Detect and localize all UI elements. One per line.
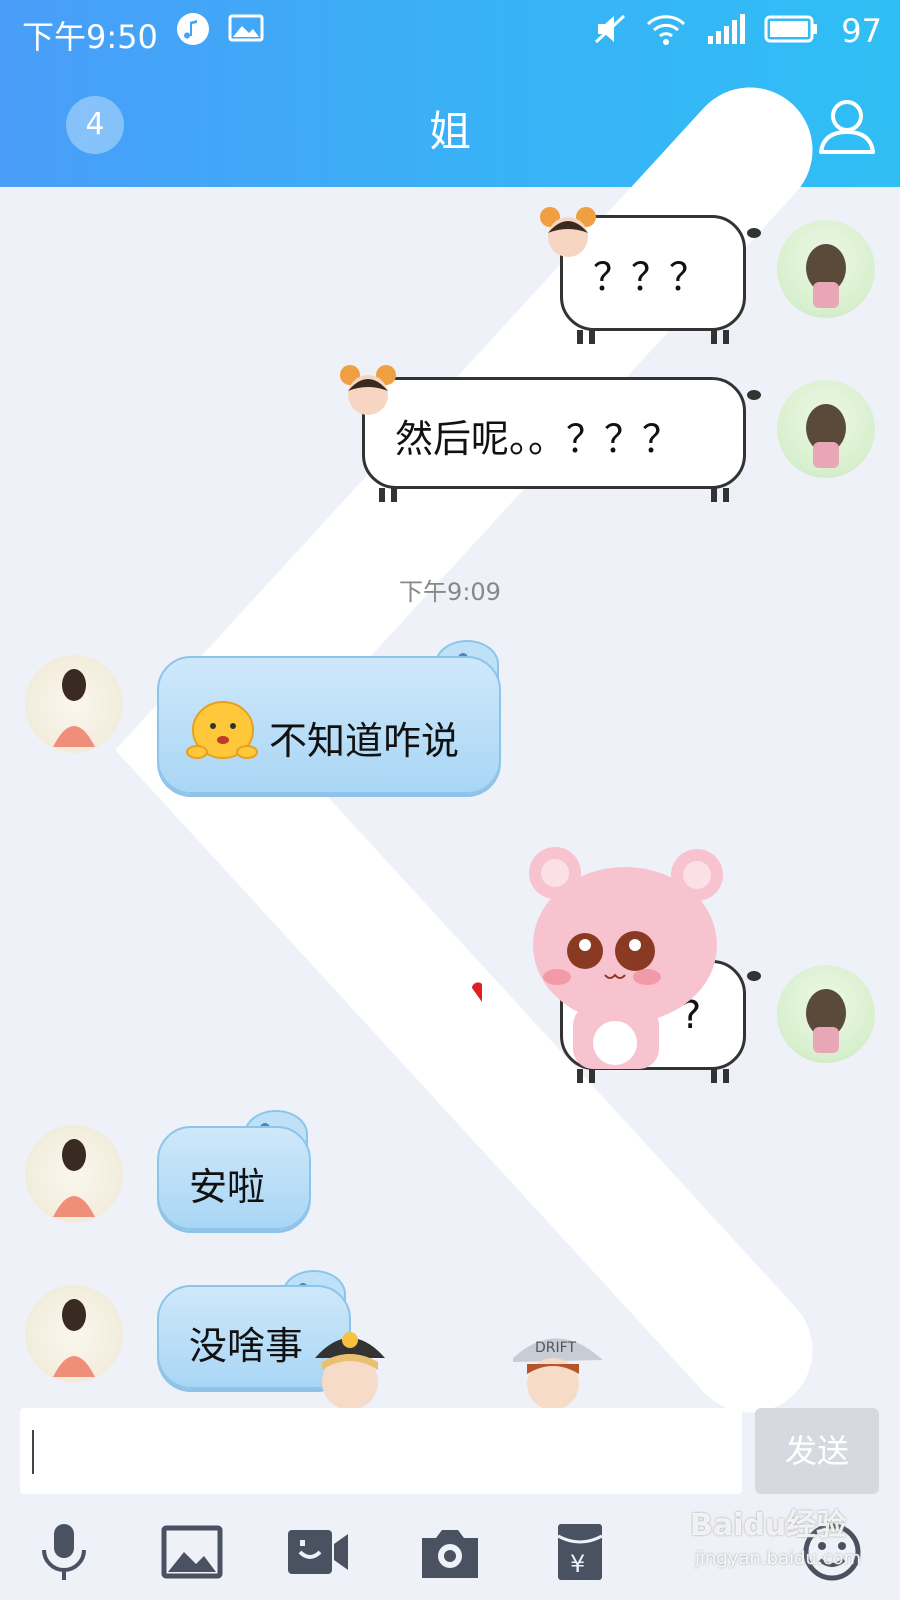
message-timestamp: 下午9:09	[399, 578, 501, 606]
girl-illustration	[53, 1139, 95, 1217]
image-icon[interactable]	[160, 1522, 224, 1582]
girl-back-illustration	[806, 989, 846, 1053]
girl-back-illustration	[806, 244, 846, 308]
contact-avatar[interactable]	[25, 1125, 123, 1223]
girl-illustration	[53, 669, 95, 747]
baidu-watermark-url: jingyan.baidu.com	[695, 1548, 862, 1569]
boy-cap-sticker-icon: DRIFT	[513, 1338, 603, 1408]
microphone-icon[interactable]	[32, 1522, 96, 1582]
svg-text:¥: ¥	[570, 1550, 585, 1578]
battery-percent: 97	[841, 12, 882, 50]
camera-icon[interactable]	[418, 1522, 482, 1582]
mute-icon	[594, 14, 626, 44]
sticker-boy-face-icon	[340, 365, 396, 415]
message-input[interactable]	[20, 1408, 742, 1494]
my-avatar[interactable]	[777, 965, 875, 1063]
message-bubble[interactable]: 不知道咋说	[157, 656, 501, 794]
gallery-icon	[228, 14, 264, 42]
wifi-icon	[646, 15, 686, 45]
message-text: 没啥事	[189, 1324, 304, 1368]
my-avatar[interactable]	[777, 220, 875, 318]
signal-icon	[708, 14, 745, 44]
pink-bear-sticker-icon	[529, 847, 723, 1069]
text-cursor	[32, 1430, 34, 1474]
message-text: 不知道咋说	[269, 719, 460, 763]
girl-back-illustration	[806, 404, 846, 468]
send-button[interactable]: 发送	[755, 1408, 879, 1494]
contact-avatar[interactable]	[25, 1285, 123, 1383]
status-bar: 下午9:50 97	[0, 0, 900, 62]
heart-icon	[472, 982, 482, 1002]
contact-avatar[interactable]	[25, 655, 123, 753]
girl-illustration	[53, 1299, 95, 1377]
music-icon	[177, 13, 209, 45]
red-packet-icon[interactable]: ¥	[548, 1522, 612, 1582]
message-bubble[interactable]: 然后呢。。？？？	[362, 377, 761, 502]
message-text: 然后呢。。？？？	[395, 417, 681, 461]
sticker-boy-face-icon	[540, 207, 596, 257]
message-text: 安啦	[189, 1165, 266, 1209]
message-text: ？？？	[593, 255, 708, 299]
girl-cap-sticker-icon	[315, 1332, 385, 1408]
svg-text:DRIFT: DRIFT	[535, 1340, 576, 1356]
my-avatar[interactable]	[777, 380, 875, 478]
baidu-watermark: Baidu经验	[690, 1508, 847, 1543]
battery-icon	[764, 15, 817, 43]
message-bubble[interactable]: 安啦	[157, 1126, 311, 1230]
status-time: 下午9:50	[22, 18, 158, 56]
video-call-icon[interactable]	[286, 1522, 350, 1582]
profile-icon[interactable]	[815, 94, 879, 158]
phone-icon[interactable]	[710, 94, 774, 158]
shy-emoji-icon	[186, 701, 258, 759]
chat-header: 下午9:50 97 4 姐	[0, 0, 900, 1413]
